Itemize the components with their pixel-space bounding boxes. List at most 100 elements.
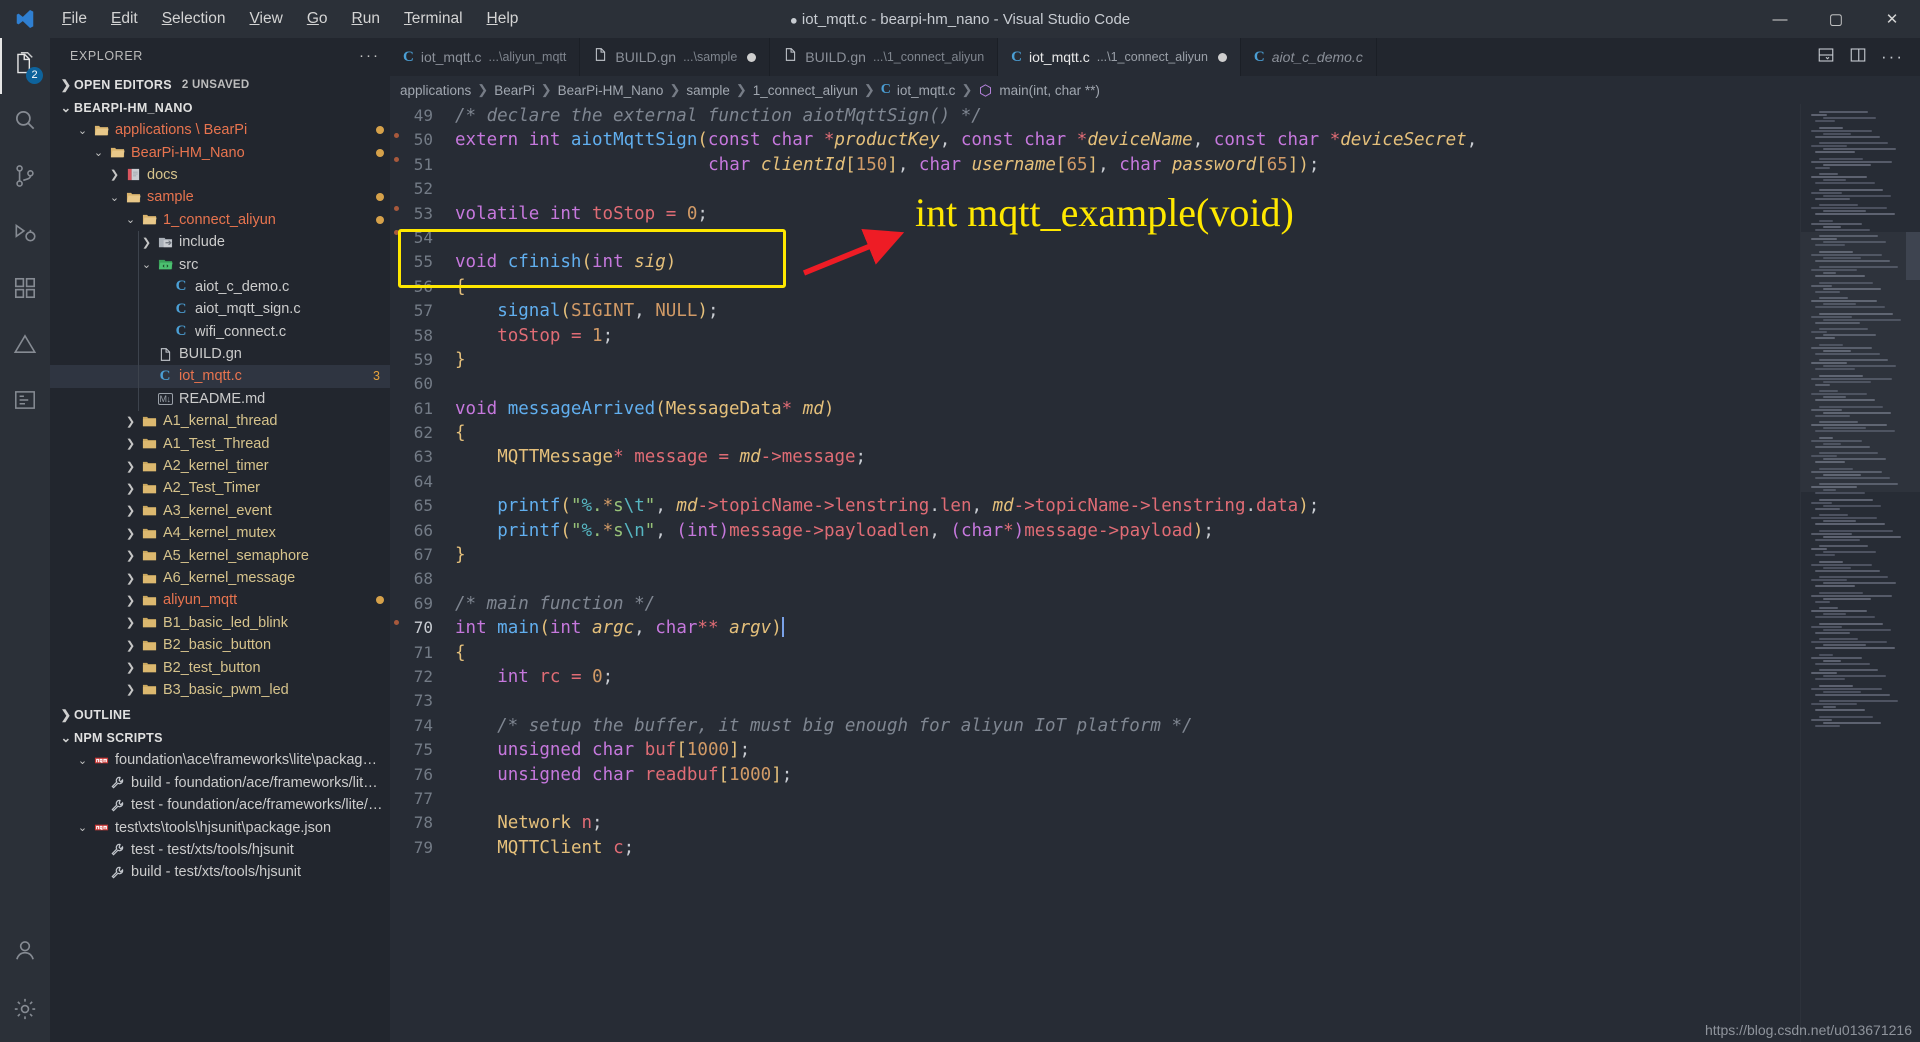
minimap[interactable] <box>1800 104 1920 1042</box>
menu-view[interactable]: View <box>237 0 294 38</box>
tab-dirty-indicator[interactable] <box>747 52 757 62</box>
code-line-79[interactable]: 79 MQTTClient c; <box>403 836 1920 860</box>
code-line-77[interactable]: 77 <box>403 787 1920 811</box>
menu-terminal[interactable]: Terminal <box>392 0 475 38</box>
tree-item-src[interactable]: ⌄ src <box>50 253 390 275</box>
menu-edit[interactable]: Edit <box>99 0 150 38</box>
menu-selection[interactable]: Selection <box>150 0 238 38</box>
tree-item-a2-test-timer[interactable]: ❯ A2_Test_Timer <box>50 477 390 499</box>
breadcrumb-item[interactable]: 1_connect_aliyun <box>753 83 858 98</box>
editor-tab-iot-mqtt-c0[interactable]: Ciot_mqtt.c ...\aliyun_mqtt <box>390 38 581 76</box>
code-line-75[interactable]: 75 unsigned char buf[1000]; <box>403 738 1920 762</box>
code-line-73[interactable]: 73 <box>403 689 1920 713</box>
breadcrumb-item[interactable]: main(int, char **) <box>999 83 1100 98</box>
editor-tab-iot-mqtt-c3[interactable]: Ciot_mqtt.c ...\1_connect_aliyun <box>998 38 1241 76</box>
activity-deveco[interactable] <box>0 318 50 374</box>
tree-item-a3-kernel-event[interactable]: ❯ A3_kernel_event <box>50 500 390 522</box>
tab-dirty-indicator[interactable] <box>1217 52 1227 62</box>
npm-script-item[interactable]: test - foundation/ace/frameworks/lite/pa… <box>50 794 390 816</box>
window-controls[interactable]: — ▢ ✕ <box>1752 0 1920 38</box>
code-line-68[interactable]: 68 <box>403 567 1920 591</box>
code-line-51[interactable]: 51 char clientId[150], char username[65]… <box>403 153 1920 177</box>
code-line-57[interactable]: 57 signal(SIGINT, NULL); <box>403 299 1920 323</box>
npm-script-item[interactable]: ⌄ foundation\ace\frameworks\lite\packages… <box>50 749 390 771</box>
editor-tab-build-gn1[interactable]: BUILD.gn ...\sample <box>580 38 771 76</box>
code-line-63[interactable]: 63 MQTTMessage* message = md->message; <box>403 445 1920 469</box>
tree-item-a5-kernel-semaphore[interactable]: ❯ A5_kernel_semaphore <box>50 544 390 566</box>
tree-item-build-gn[interactable]: BUILD.gn <box>50 343 390 365</box>
tree-item-a1-test-thread[interactable]: ❯ A1_Test_Thread <box>50 432 390 454</box>
section-outline[interactable]: ❯ OUTLINE <box>50 703 390 726</box>
code-line-61[interactable]: 61 void messageArrived(MessageData* md) <box>403 397 1920 421</box>
activity-accounts[interactable] <box>0 924 50 980</box>
code-line-60[interactable]: 60 <box>403 372 1920 396</box>
activity-search[interactable] <box>0 94 50 150</box>
code-line-56[interactable]: 56 { <box>403 275 1920 299</box>
tree-item-docs[interactable]: ❯ docs <box>50 164 390 186</box>
code-line-52[interactable]: 52 <box>403 177 1920 201</box>
tree-item-a2-kernel-timer[interactable]: ❯ A2_kernel_timer <box>50 455 390 477</box>
code-line-50[interactable]: 50 extern int aiotMqttSign(const char *pr… <box>403 128 1920 152</box>
tree-item-readme-md[interactable]: M↓ README.md <box>50 388 390 410</box>
breakpoint-gutter[interactable] <box>390 104 403 1042</box>
tree-item-1-connect-aliyun[interactable]: ⌄ 1_connect_aliyun <box>50 209 390 231</box>
editor-tab-build-gn2[interactable]: BUILD.gn ...\1_connect_aliyun <box>770 38 999 76</box>
breadcrumb[interactable]: applications ❯ BearPi ❯ BearPi-HM_Nano ❯ sampl… <box>390 76 1920 104</box>
tree-item-b2-test-button[interactable]: ❯ B2_test_button <box>50 656 390 678</box>
code-line-49[interactable]: 49 /* declare the external function aiotM… <box>403 104 1920 128</box>
menu-file[interactable]: File <box>50 0 99 38</box>
code-line-55[interactable]: 55 void cfinish(int sig) <box>403 250 1920 274</box>
more-actions-icon[interactable]: ··· <box>1881 47 1904 67</box>
code-line-67[interactable]: 67} <box>403 543 1920 567</box>
editor-tab-aiot-c-demo-c4[interactable]: Caiot_c_demo.c <box>1240 38 1377 76</box>
code-line-72[interactable]: 72 int rc = 0; <box>403 665 1920 689</box>
editor-actions[interactable]: ··· <box>1801 38 1920 76</box>
tree-item-bearpi-hm-nano[interactable]: ⌄ BearPi-HM_Nano <box>50 141 390 163</box>
tree-item-b1-basic-led-blink[interactable]: ❯ B1_basic_led_blink <box>50 612 390 634</box>
code-line-59[interactable]: 59} <box>403 348 1920 372</box>
close-button[interactable]: ✕ <box>1864 0 1920 38</box>
code-line-71[interactable]: 71 { <box>403 641 1920 665</box>
code-line-64[interactable]: 64 <box>403 470 1920 494</box>
split-editor-right-icon[interactable] <box>1849 46 1867 69</box>
code-line-58[interactable]: 58 toStop = 1; <box>403 324 1920 348</box>
code-line-65[interactable]: 65 printf("%.*s\t", md->topicName->lenst… <box>403 494 1920 518</box>
menu-run[interactable]: Run <box>340 0 392 38</box>
tree-item-sample[interactable]: ⌄ sample <box>50 186 390 208</box>
tree-item-aliyun-mqtt[interactable]: ❯ aliyun_mqtt <box>50 589 390 611</box>
npm-scripts-tree[interactable]: ⌄ foundation\ace\frameworks\lite\packages… <box>50 749 390 883</box>
code-line-76[interactable]: 76 unsigned char readbuf[1000]; <box>403 763 1920 787</box>
tree-item-aiot-c-demo-c[interactable]: Caiot_c_demo.c <box>50 276 390 298</box>
code-line-70[interactable]: 70 int main(int argc, char** argv) <box>403 616 1920 640</box>
code-line-62[interactable]: 62 { <box>403 421 1920 445</box>
npm-script-item[interactable]: build - foundation/ace/frameworks/lite/p… <box>50 772 390 794</box>
npm-script-item[interactable]: ⌄ test\xts\tools\hjsunit\package.json <box>50 816 390 838</box>
code-lines[interactable]: 49 /* declare the external function aiotM… <box>403 104 1920 860</box>
npm-script-item[interactable]: test - test/xts/tools/hjsunit <box>50 839 390 861</box>
code-scroll-area[interactable]: 49 /* declare the external function aiotM… <box>403 104 1920 1042</box>
menu-go[interactable]: Go <box>295 0 340 38</box>
activity-remote[interactable] <box>0 374 50 430</box>
code-line-78[interactable]: 78 Network n; <box>403 811 1920 835</box>
sidebar-more-icon[interactable]: ··· <box>359 47 380 64</box>
file-tree[interactable]: ⌄ applications \ BearPi ⌄ BearPi-HM_Nano ❯ do… <box>50 119 390 701</box>
breadcrumb-item[interactable]: sample <box>686 83 730 98</box>
activity-explorer[interactable]: 2 <box>0 38 50 94</box>
activity-settings[interactable] <box>0 980 50 1042</box>
breadcrumb-item[interactable]: applications <box>400 83 471 98</box>
code-line-54[interactable]: 54 <box>403 226 1920 250</box>
code-line-74[interactable]: 74 /* setup the buffer, it must big enou… <box>403 714 1920 738</box>
breadcrumb-item[interactable]: iot_mqtt.c <box>897 83 956 98</box>
menu-help[interactable]: Help <box>475 0 531 38</box>
tree-item-a4-kernel-mutex[interactable]: ❯ A4_kernel_mutex <box>50 522 390 544</box>
activity-run-debug[interactable] <box>0 206 50 262</box>
breadcrumb-item[interactable]: BearPi-HM_Nano <box>558 83 664 98</box>
tree-item-b2-basic-button[interactable]: ❯ B2_basic_button <box>50 634 390 656</box>
tree-item-applications-bearpi[interactable]: ⌄ applications \ BearPi <box>50 119 390 141</box>
maximize-button[interactable]: ▢ <box>1808 0 1864 38</box>
activity-source-control[interactable] <box>0 150 50 206</box>
tree-item-include[interactable]: ❯ include <box>50 231 390 253</box>
split-editor-down-icon[interactable] <box>1817 46 1835 69</box>
section-workspace[interactable]: ⌄ BEARPI-HM_NANO <box>50 96 390 119</box>
breadcrumb-item[interactable]: BearPi <box>494 83 535 98</box>
